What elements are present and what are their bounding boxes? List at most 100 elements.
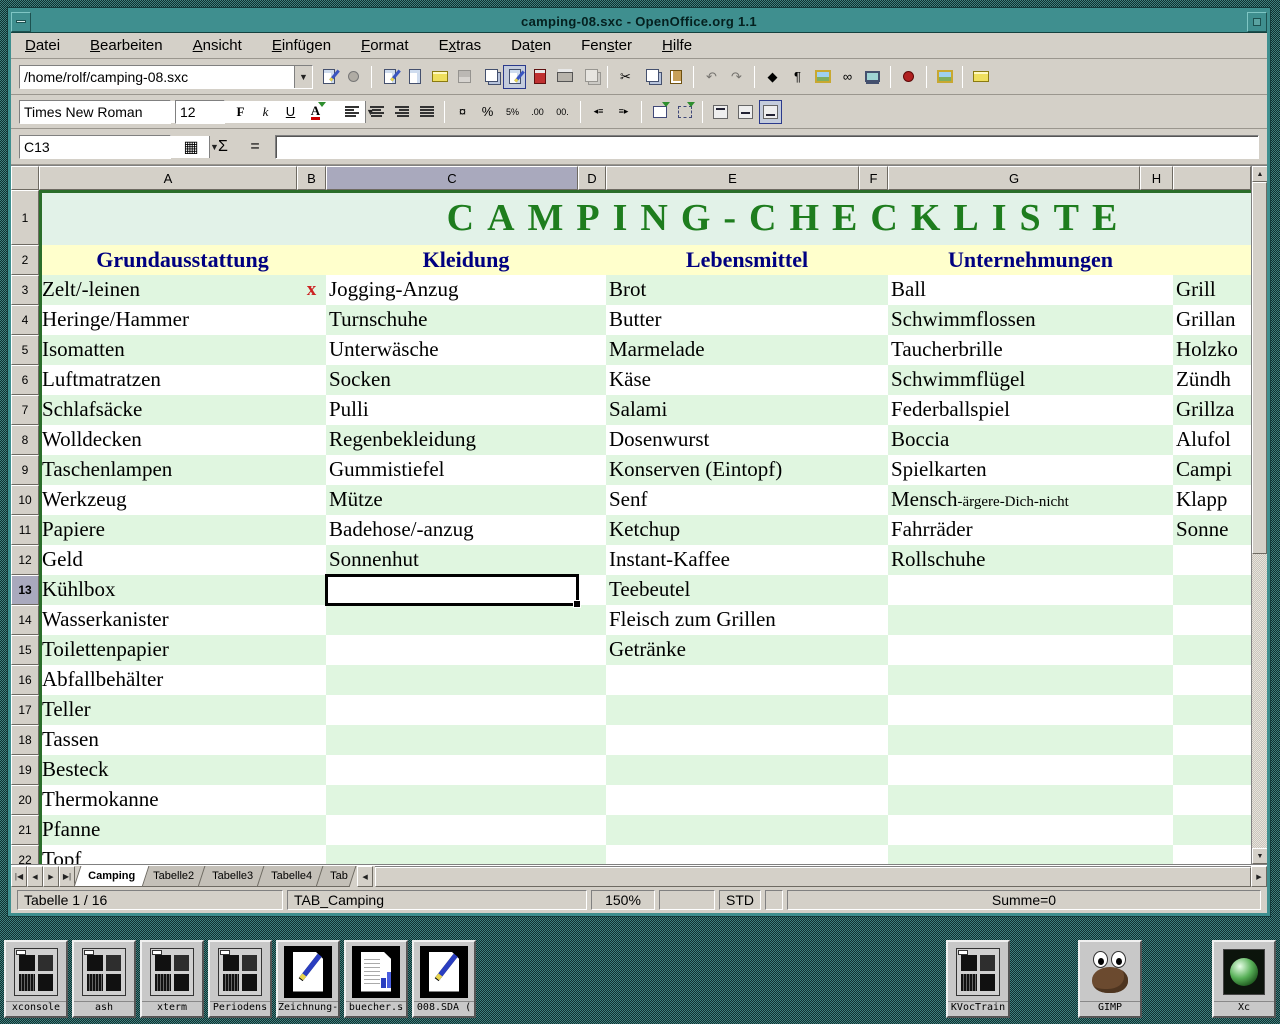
cell-F21[interactable] bbox=[859, 815, 888, 845]
url-combo[interactable]: ▼ bbox=[19, 65, 313, 89]
taskbar-item-xc[interactable]: Xc bbox=[1212, 940, 1276, 1018]
taskbar-item-zeichnung-[interactable]: Zeichnung- bbox=[276, 940, 340, 1018]
cell-C5[interactable]: Unterwäsche bbox=[326, 335, 578, 365]
row-header-8[interactable]: 8 bbox=[11, 425, 39, 455]
cell-I18[interactable] bbox=[1173, 725, 1251, 755]
cell-G9[interactable]: Spielkarten bbox=[888, 455, 1140, 485]
cell-H18[interactable] bbox=[1140, 725, 1173, 755]
window-menu-button[interactable] bbox=[11, 12, 31, 32]
cell-D5[interactable] bbox=[578, 335, 606, 365]
cell-H5[interactable] bbox=[1140, 335, 1173, 365]
cut-icon[interactable]: ✂ bbox=[614, 65, 637, 89]
cell-F5[interactable] bbox=[859, 335, 888, 365]
font-name-combo[interactable]: ▼ bbox=[19, 100, 171, 124]
menu-item-ansicht[interactable]: Ansicht bbox=[193, 37, 242, 54]
cell-G20[interactable] bbox=[888, 785, 1140, 815]
underline-button[interactable]: U bbox=[279, 100, 302, 124]
font-color-button[interactable]: A bbox=[304, 100, 327, 124]
cell-I8[interactable]: Alufol bbox=[1173, 425, 1251, 455]
background-color-button[interactable] bbox=[673, 100, 696, 124]
datasources-icon[interactable] bbox=[861, 65, 884, 89]
row-header-1[interactable]: 1 bbox=[11, 190, 39, 245]
cell-A3[interactable]: Zelt/-leinen bbox=[39, 275, 297, 305]
cell-B13[interactable] bbox=[297, 575, 326, 605]
cell-D10[interactable] bbox=[578, 485, 606, 515]
cell-F14[interactable] bbox=[859, 605, 888, 635]
cell-C18[interactable] bbox=[326, 725, 578, 755]
cell-I3[interactable]: Grill bbox=[1173, 275, 1251, 305]
cell-H3[interactable] bbox=[1140, 275, 1173, 305]
cell-H10[interactable] bbox=[1140, 485, 1173, 515]
cell-C11[interactable]: Badehose/-anzug bbox=[326, 515, 578, 545]
cell-F6[interactable] bbox=[859, 365, 888, 395]
cell-I9[interactable]: Campi bbox=[1173, 455, 1251, 485]
cell-B11[interactable] bbox=[297, 515, 326, 545]
cell-G7[interactable]: Federballspiel bbox=[888, 395, 1140, 425]
scroll-up-icon[interactable]: ▲ bbox=[1252, 166, 1267, 182]
cell-G19[interactable] bbox=[888, 755, 1140, 785]
cell-H15[interactable] bbox=[1140, 635, 1173, 665]
cell-I22[interactable] bbox=[1173, 845, 1251, 864]
cell-E16[interactable] bbox=[606, 665, 859, 695]
taskbar-item-ash[interactable]: ash bbox=[72, 940, 136, 1018]
cell-C21[interactable] bbox=[326, 815, 578, 845]
cell-A18[interactable]: Tassen bbox=[39, 725, 297, 755]
cell-D15[interactable] bbox=[578, 635, 606, 665]
horizontal-scrollbar-thumb[interactable] bbox=[375, 867, 1251, 887]
cell-D9[interactable] bbox=[578, 455, 606, 485]
cell-H20[interactable] bbox=[1140, 785, 1173, 815]
cell-D4[interactable] bbox=[578, 305, 606, 335]
cell-A14[interactable]: Wasserkanister bbox=[39, 605, 297, 635]
row-header-9[interactable]: 9 bbox=[11, 455, 39, 485]
cell-E7[interactable]: Salami bbox=[606, 395, 859, 425]
print-icon[interactable] bbox=[553, 65, 576, 89]
row-header-3[interactable]: 3 bbox=[11, 275, 39, 305]
cell-D8[interactable] bbox=[578, 425, 606, 455]
cell-E6[interactable]: Käse bbox=[606, 365, 859, 395]
cell-I16[interactable] bbox=[1173, 665, 1251, 695]
row-header-13[interactable]: 13 bbox=[11, 575, 39, 605]
percent-format-button[interactable]: % bbox=[476, 100, 499, 124]
cell-I19[interactable] bbox=[1173, 755, 1251, 785]
menu-item-fenster[interactable]: Fenster bbox=[581, 37, 632, 54]
cell-E12[interactable]: Instant-Kaffee bbox=[606, 545, 859, 575]
cell-D7[interactable] bbox=[578, 395, 606, 425]
cell-E14[interactable]: Fleisch zum Grillen bbox=[606, 605, 859, 635]
sheet-tab-tab[interactable]: Tab bbox=[316, 866, 357, 887]
hscroll-left-icon[interactable]: ◀ bbox=[357, 866, 373, 887]
cell-G4[interactable]: Schwimmflossen bbox=[888, 305, 1140, 335]
menu-item-format[interactable]: Format bbox=[361, 37, 409, 54]
taskbar-item-kvoctrain[interactable]: KVocTrain bbox=[946, 940, 1010, 1018]
cell-G15[interactable] bbox=[888, 635, 1140, 665]
row-header-20[interactable]: 20 bbox=[11, 785, 39, 815]
cell-E5[interactable]: Marmelade bbox=[606, 335, 859, 365]
cell-F7[interactable] bbox=[859, 395, 888, 425]
row-header-22[interactable]: 22 bbox=[11, 845, 39, 864]
cell-H21[interactable] bbox=[1140, 815, 1173, 845]
cell-H9[interactable] bbox=[1140, 455, 1173, 485]
cell-H7[interactable] bbox=[1140, 395, 1173, 425]
select-all-corner[interactable] bbox=[11, 166, 39, 190]
cell-D18[interactable] bbox=[578, 725, 606, 755]
equals-icon[interactable]: = bbox=[243, 138, 267, 156]
row-header-16[interactable]: 16 bbox=[11, 665, 39, 695]
cell-C7[interactable]: Pulli bbox=[326, 395, 578, 425]
hscroll-right-icon[interactable]: ▶ bbox=[1251, 866, 1267, 887]
cell-A22[interactable]: Topf bbox=[39, 845, 297, 864]
column-header-H[interactable]: H bbox=[1140, 166, 1173, 190]
gallery-icon[interactable] bbox=[811, 65, 834, 89]
cell-F9[interactable] bbox=[859, 455, 888, 485]
titlebar[interactable]: camping-08.sxc - OpenOffice.org 1.1 bbox=[11, 11, 1267, 33]
align-left-button[interactable] bbox=[340, 100, 363, 124]
column-header-F[interactable]: F bbox=[859, 166, 888, 190]
cell-A7[interactable]: Schlafsäcke bbox=[39, 395, 297, 425]
row-header-6[interactable]: 6 bbox=[11, 365, 39, 395]
cell-E13[interactable]: Teebeutel bbox=[606, 575, 859, 605]
cell-F13[interactable] bbox=[859, 575, 888, 605]
cell-C10[interactable]: Mütze bbox=[326, 485, 578, 515]
taskbar-item-buecher-s[interactable]: buecher.s bbox=[344, 940, 408, 1018]
cell-E19[interactable] bbox=[606, 755, 859, 785]
status-selection-mode[interactable]: STD bbox=[719, 890, 761, 910]
font-size-combo[interactable]: ▼ bbox=[175, 100, 225, 124]
cell-H17[interactable] bbox=[1140, 695, 1173, 725]
